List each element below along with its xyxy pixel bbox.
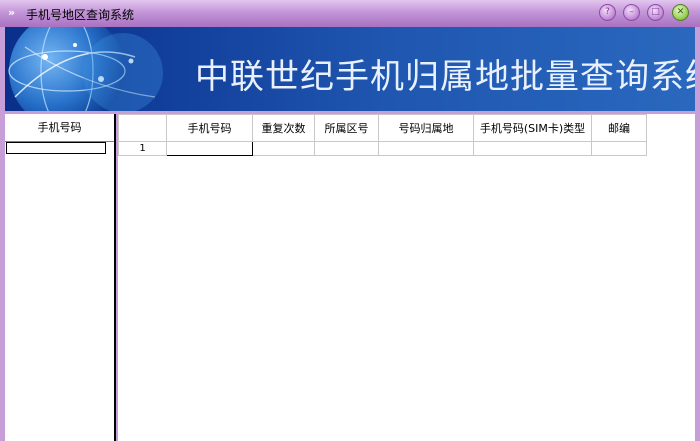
close-button[interactable]: ✕ — [672, 4, 689, 21]
column-header-area-code[interactable]: 所属区号 — [314, 114, 379, 142]
minimize-icon: – — [629, 7, 634, 17]
chevron-right-icon: » — [8, 6, 16, 19]
help-button[interactable]: ? — [599, 4, 616, 21]
table-header-row: 手机号码 重复次数 所属区号 号码归属地 手机号码(SIM卡)类型 邮编 — [118, 114, 647, 142]
column-header-phone[interactable]: 手机号码 — [166, 114, 253, 142]
phone-column-header: 手机号码 — [5, 114, 114, 142]
column-header-index — [118, 114, 167, 142]
close-icon: ✕ — [676, 7, 685, 17]
cell-location[interactable] — [378, 141, 474, 156]
cell-repeat[interactable] — [252, 141, 315, 156]
cell-phone[interactable] — [166, 141, 253, 156]
window-title: 手机号地区查询系统 — [26, 8, 135, 22]
app-window: » 手机号地区查询系统 ? – □ ✕ 中联世纪手机归属地批量查询系统 手机号码… — [0, 0, 700, 441]
results-grid: 手机号码 重复次数 所属区号 号码归属地 手机号码(SIM卡)类型 邮编 1 — [118, 114, 695, 441]
column-header-sim-type[interactable]: 手机号码(SIM卡)类型 — [473, 114, 592, 142]
maximize-button[interactable]: □ — [647, 4, 664, 21]
cell-sim-type[interactable] — [473, 141, 592, 156]
header-banner: 中联世纪手机归属地批量查询系统 — [5, 27, 695, 111]
column-header-zip[interactable]: 邮编 — [591, 114, 647, 142]
table-row[interactable]: 1 — [118, 141, 647, 156]
column-header-repeat[interactable]: 重复次数 — [252, 114, 315, 142]
banner-title: 中联世纪手机归属地批量查询系统 — [195, 57, 695, 97]
column-header-location[interactable]: 号码归属地 — [378, 114, 474, 142]
window-frame-right — [695, 27, 700, 441]
results-table: 手机号码 重复次数 所属区号 号码归属地 手机号码(SIM卡)类型 邮编 1 — [118, 114, 647, 156]
cell-area-code[interactable] — [314, 141, 379, 156]
phone-input-panel: 手机号码 — [5, 114, 116, 441]
row-index: 1 — [118, 141, 167, 156]
maximize-icon: □ — [651, 7, 660, 17]
minimize-button[interactable]: – — [623, 4, 640, 21]
title-bar[interactable]: » 手机号地区查询系统 ? – □ ✕ — [0, 0, 700, 27]
help-icon: ? — [605, 7, 610, 17]
cell-zip[interactable] — [591, 141, 647, 156]
phone-number-input[interactable] — [6, 142, 106, 154]
